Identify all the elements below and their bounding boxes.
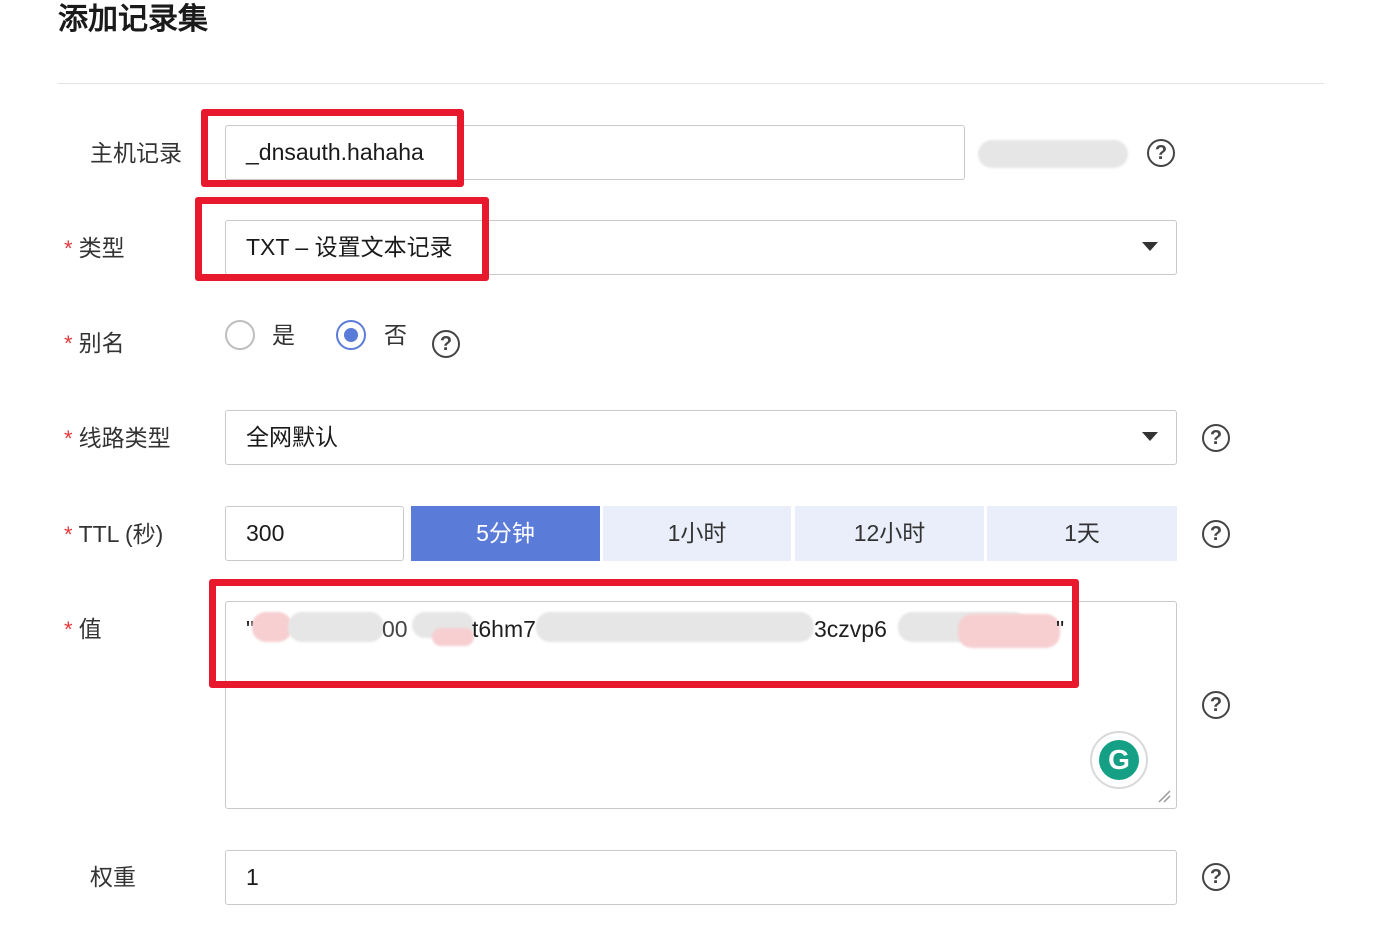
ttl-preset-12h[interactable]: 12小时 xyxy=(795,506,984,561)
line-type-help-icon[interactable]: ? xyxy=(1202,424,1230,452)
weight-help-icon[interactable]: ? xyxy=(1202,863,1230,891)
ttl-value: 300 xyxy=(246,520,285,546)
alias-no-label[interactable]: 否 xyxy=(384,320,407,350)
ttl-help-icon[interactable]: ? xyxy=(1202,520,1230,548)
line-type-label: * 线路类型 xyxy=(64,425,171,451)
weight-value: 1 xyxy=(246,864,259,890)
alias-yes-radio[interactable] xyxy=(225,320,255,350)
host-record-help-icon[interactable]: ? xyxy=(1147,139,1175,167)
required-star-icon: * xyxy=(64,617,73,642)
alias-help-icon[interactable]: ? xyxy=(432,330,460,358)
value-label: * 值 xyxy=(64,616,102,642)
line-type-select[interactable]: 全网默认 xyxy=(225,410,1177,465)
alias-yes-label[interactable]: 是 xyxy=(272,320,295,350)
ttl-input[interactable]: 300 xyxy=(225,506,404,561)
value-help-icon[interactable]: ? xyxy=(1202,691,1230,719)
grammarly-icon[interactable]: G xyxy=(1090,731,1148,789)
value-highlight xyxy=(209,579,1079,688)
chevron-down-icon xyxy=(1142,432,1158,441)
alias-label: * 别名 xyxy=(64,330,125,356)
required-star-icon: * xyxy=(64,236,73,261)
ttl-label: * TTL (秒) xyxy=(64,521,164,547)
type-label: * 类型 xyxy=(64,235,125,261)
line-type-value: 全网默认 xyxy=(246,424,338,450)
weight-label: 权重 xyxy=(90,864,136,890)
host-record-label: 主机记录 xyxy=(90,140,182,166)
title-divider xyxy=(58,83,1324,84)
required-star-icon: * xyxy=(64,331,73,356)
ttl-preset-1d[interactable]: 1天 xyxy=(987,506,1177,561)
required-star-icon: * xyxy=(64,426,73,451)
required-star-icon: * xyxy=(64,522,73,547)
ttl-preset-5min[interactable]: 5分钟 xyxy=(411,506,600,561)
page-title: 添加记录集 xyxy=(58,3,208,36)
chevron-down-icon xyxy=(1142,242,1158,251)
type-highlight xyxy=(195,197,489,281)
alias-no-radio[interactable] xyxy=(336,320,366,350)
weight-input[interactable]: 1 xyxy=(225,850,1177,905)
resize-handle-icon[interactable] xyxy=(1157,789,1171,803)
host-record-highlight xyxy=(201,109,464,187)
ttl-preset-1h[interactable]: 1小时 xyxy=(603,506,791,561)
